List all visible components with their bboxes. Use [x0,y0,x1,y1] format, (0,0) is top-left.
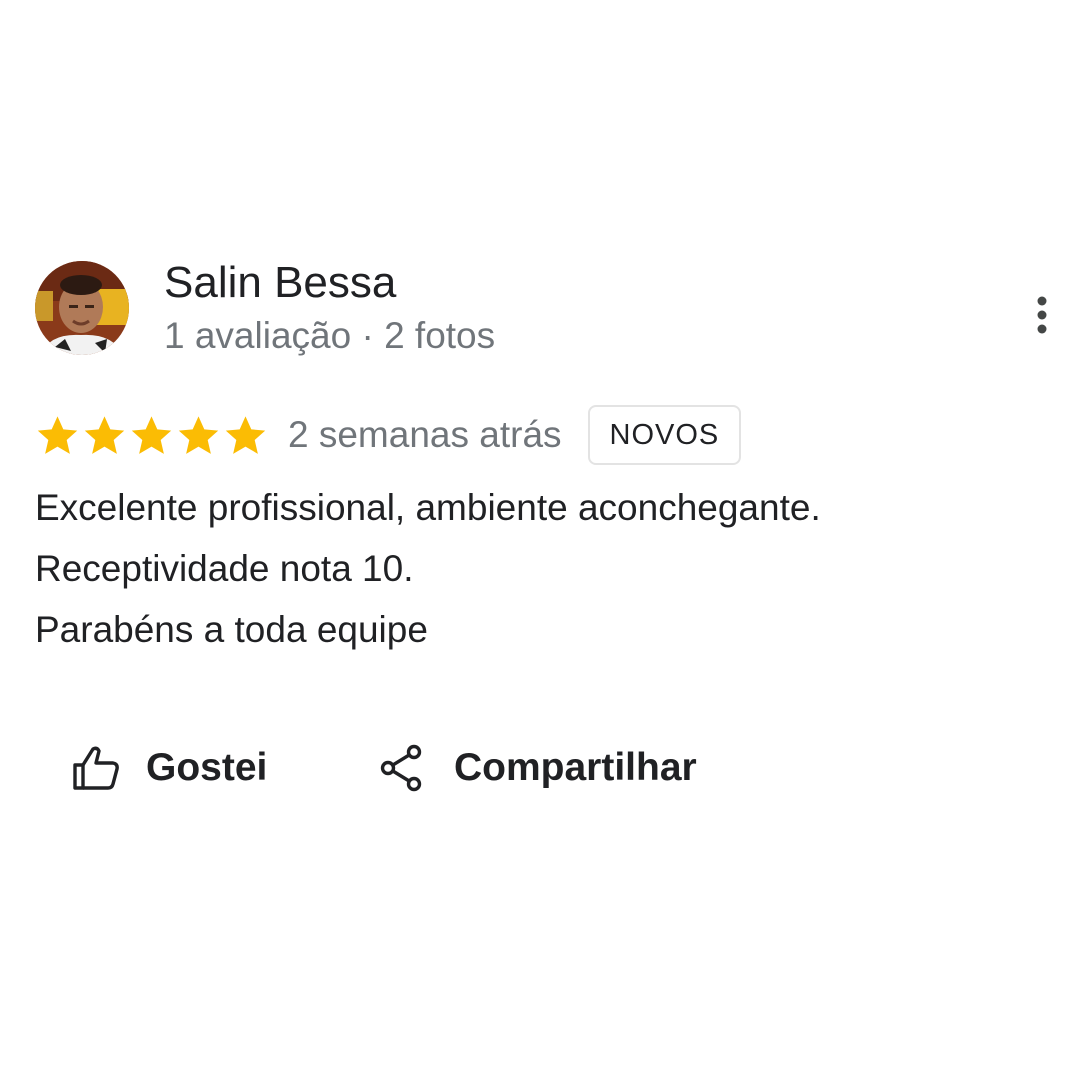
author-name[interactable]: Salin Bessa [164,256,396,310]
review-date: 2 semanas atrás [288,414,562,455]
thumb-up-icon [73,746,119,790]
star-icon [178,415,219,454]
more-options-button[interactable] [1020,290,1064,340]
review-text-line: Excelente profissional, ambiente aconche… [35,487,821,528]
share-button[interactable]: Compartilhar [378,740,697,796]
like-label: Gostei [146,746,268,789]
author-avatar[interactable] [35,261,129,355]
rating-row: 2 semanas atrás NOVOS [35,403,742,467]
more-vert-icon [1037,296,1047,334]
like-button[interactable]: Gostei [72,740,267,796]
star-icon [84,415,125,454]
share-icon [380,744,422,792]
review-text: Excelente profissional, ambiente aconche… [35,477,1045,660]
avatar-photo [35,261,129,355]
star-icon [131,415,172,454]
star-rating [35,413,268,458]
review-card: Salin Bessa 1 avaliação · 2 fotos 2 sema… [0,0,1080,1080]
review-text-line: Parabéns a toda equipe [35,609,428,650]
star-icon [225,415,266,454]
share-label: Compartilhar [454,746,697,789]
author-meta: 1 avaliação · 2 fotos [164,315,496,356]
review-text-line: Receptividade nota 10. [35,548,414,589]
new-badge: NOVOS [587,405,742,465]
star-icon [37,415,78,454]
